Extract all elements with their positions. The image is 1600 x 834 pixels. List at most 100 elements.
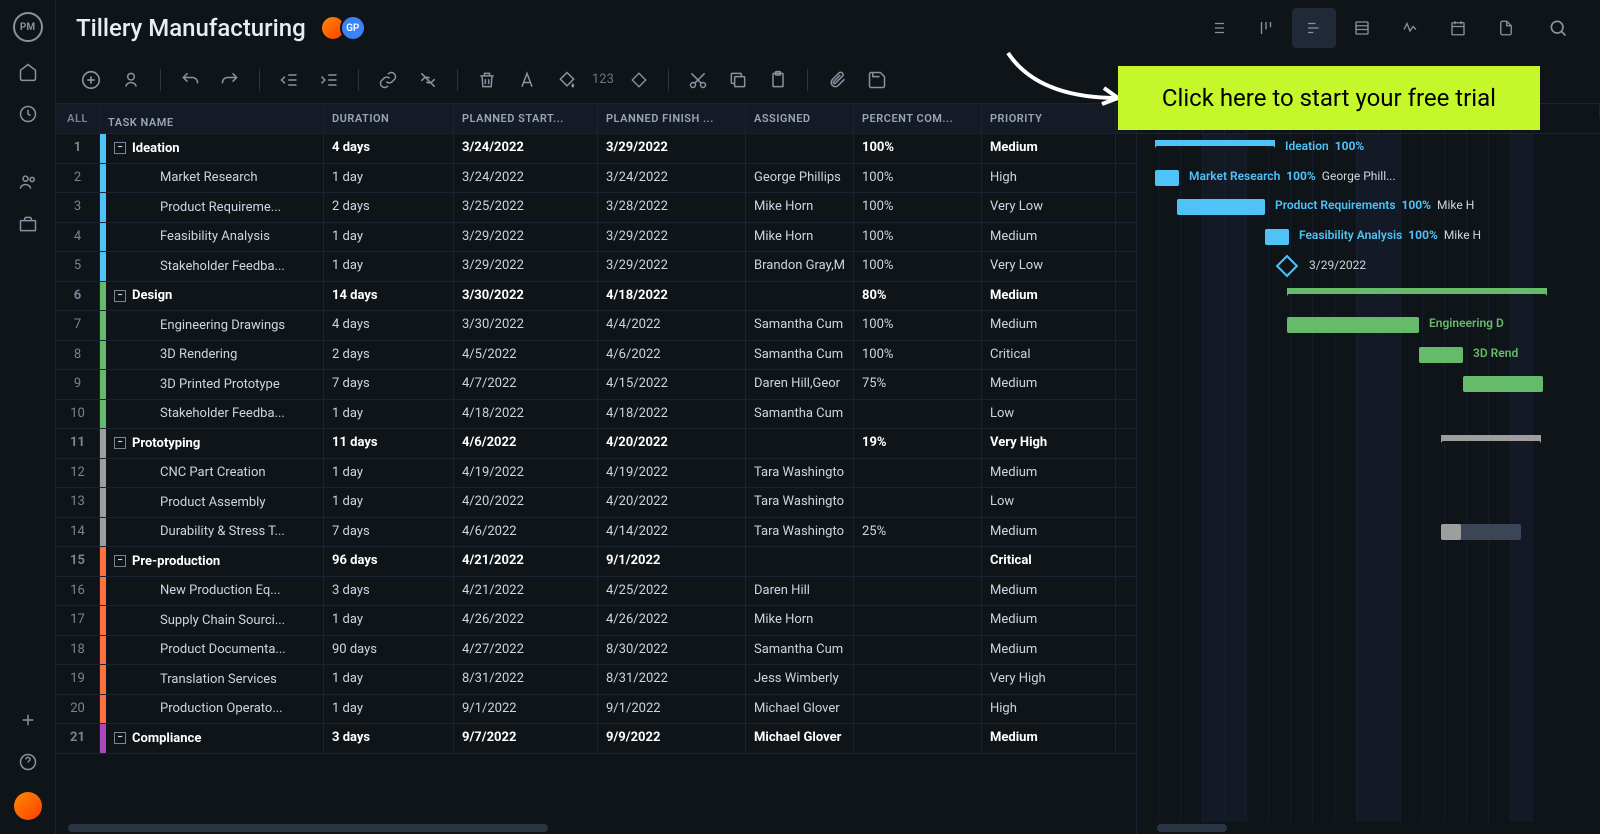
gantt-bar[interactable] [1441, 524, 1521, 540]
finish-cell[interactable]: 4/18/2022 [598, 400, 746, 429]
recent-icon[interactable] [16, 102, 40, 126]
duration-cell[interactable]: 1 day [324, 223, 454, 252]
finish-cell[interactable]: 9/1/2022 [598, 547, 746, 576]
finish-cell[interactable]: 3/29/2022 [598, 252, 746, 281]
gantt-bar[interactable]: Feasibility Analysis100%Mike H [1265, 229, 1289, 245]
task-row[interactable]: 8 3D Rendering 2 days 4/5/2022 4/6/2022 … [56, 341, 1136, 371]
col-assigned[interactable]: ASSIGNED [746, 104, 854, 133]
percent-cell[interactable]: 100% [854, 252, 982, 281]
percent-cell[interactable]: 25% [854, 518, 982, 547]
duration-cell[interactable]: 90 days [324, 636, 454, 665]
help-icon[interactable] [16, 750, 40, 774]
assigned-cell[interactable]: Daren Hill [746, 577, 854, 606]
view-list-icon[interactable] [1196, 8, 1240, 48]
task-row[interactable]: 9 3D Printed Prototype 7 days 4/7/2022 4… [56, 370, 1136, 400]
priority-cell[interactable]: Low [982, 400, 1116, 429]
add-task-icon[interactable] [76, 65, 106, 95]
task-name-cell[interactable]: Market Research [106, 164, 324, 193]
priority-cell[interactable]: Medium [982, 606, 1116, 635]
assigned-cell[interactable] [746, 547, 854, 576]
col-start[interactable]: PLANNED START... [454, 104, 598, 133]
assigned-cell[interactable]: Tara Washingto [746, 488, 854, 517]
priority-cell[interactable]: Medium [982, 134, 1116, 163]
task-row[interactable]: 12 CNC Part Creation 1 day 4/19/2022 4/1… [56, 459, 1136, 489]
finish-cell[interactable]: 4/19/2022 [598, 459, 746, 488]
assigned-cell[interactable]: Daren Hill,Geor [746, 370, 854, 399]
priority-cell[interactable]: Very High [982, 429, 1116, 458]
priority-cell[interactable]: Medium [982, 223, 1116, 252]
start-cell[interactable]: 4/21/2022 [454, 547, 598, 576]
duration-cell[interactable]: 2 days [324, 341, 454, 370]
assigned-cell[interactable]: Brandon Gray,M [746, 252, 854, 281]
priority-cell[interactable]: Very High [982, 665, 1116, 694]
start-cell[interactable]: 3/25/2022 [454, 193, 598, 222]
task-name-cell[interactable]: 3D Rendering [106, 341, 324, 370]
start-cell[interactable]: 4/5/2022 [454, 341, 598, 370]
task-row[interactable]: 11 − Prototyping 11 days 4/6/2022 4/20/2… [56, 429, 1136, 459]
task-name-cell[interactable]: Engineering Drawings [106, 311, 324, 340]
assigned-cell[interactable]: Mike Horn [746, 606, 854, 635]
briefcase-icon[interactable] [16, 212, 40, 236]
finish-cell[interactable]: 3/24/2022 [598, 164, 746, 193]
start-cell[interactable]: 4/27/2022 [454, 636, 598, 665]
task-row[interactable]: 7 Engineering Drawings 4 days 3/30/2022 … [56, 311, 1136, 341]
paste-icon[interactable] [763, 65, 793, 95]
priority-cell[interactable]: Very Low [982, 252, 1116, 281]
start-cell[interactable]: 9/1/2022 [454, 695, 598, 724]
task-name-cell[interactable]: Product Assembly [106, 488, 324, 517]
priority-cell[interactable]: Medium [982, 311, 1116, 340]
percent-cell[interactable] [854, 577, 982, 606]
priority-cell[interactable]: Medium [982, 459, 1116, 488]
task-name-cell[interactable]: − Ideation [106, 134, 324, 163]
task-name-cell[interactable]: CNC Part Creation [106, 459, 324, 488]
view-board-icon[interactable] [1244, 8, 1288, 48]
indent-icon[interactable] [314, 65, 344, 95]
task-row[interactable]: 16 New Production Eq... 3 days 4/21/2022… [56, 577, 1136, 607]
duration-cell[interactable]: 1 day [324, 665, 454, 694]
priority-cell[interactable]: Medium [982, 636, 1116, 665]
percent-cell[interactable]: 100% [854, 341, 982, 370]
task-name-cell[interactable]: Stakeholder Feedba... [106, 252, 324, 281]
collapse-icon[interactable]: − [114, 290, 126, 302]
collapse-icon[interactable]: − [114, 732, 126, 744]
percent-cell[interactable]: 75% [854, 370, 982, 399]
assigned-cell[interactable]: Samantha Cum [746, 636, 854, 665]
task-name-cell[interactable]: Supply Chain Sourci... [106, 606, 324, 635]
gantt-bar[interactable] [1287, 288, 1547, 294]
task-row[interactable]: 3 Product Requireme... 2 days 3/25/2022 … [56, 193, 1136, 223]
free-trial-banner[interactable]: Click here to start your free trial [1118, 66, 1540, 130]
assigned-cell[interactable]: Mike Horn [746, 193, 854, 222]
assigned-cell[interactable]: Samantha Cum [746, 400, 854, 429]
percent-cell[interactable]: 80% [854, 282, 982, 311]
priority-cell[interactable]: Low [982, 488, 1116, 517]
copy-icon[interactable] [723, 65, 753, 95]
task-row[interactable]: 15 − Pre-production 96 days 4/21/2022 9/… [56, 547, 1136, 577]
task-name-cell[interactable]: Durability & Stress T... [106, 518, 324, 547]
priority-cell[interactable]: High [982, 164, 1116, 193]
priority-cell[interactable]: Critical [982, 547, 1116, 576]
finish-cell[interactable]: 9/9/2022 [598, 724, 746, 753]
col-percent[interactable]: PERCENT COM... [854, 104, 982, 133]
col-task[interactable]: TASK NAME [100, 104, 324, 133]
task-row[interactable]: 18 Product Documenta... 90 days 4/27/202… [56, 636, 1136, 666]
start-cell[interactable]: 8/31/2022 [454, 665, 598, 694]
duration-cell[interactable]: 96 days [324, 547, 454, 576]
redo-icon[interactable] [215, 65, 245, 95]
attach-icon[interactable] [822, 65, 852, 95]
task-row[interactable]: 17 Supply Chain Sourci... 1 day 4/26/202… [56, 606, 1136, 636]
task-row[interactable]: 2 Market Research 1 day 3/24/2022 3/24/2… [56, 164, 1136, 194]
percent-cell[interactable] [854, 459, 982, 488]
task-row[interactable]: 6 − Design 14 days 3/30/2022 4/18/2022 8… [56, 282, 1136, 312]
gantt-h-scrollbar[interactable] [1157, 824, 1227, 832]
percent-cell[interactable] [854, 400, 982, 429]
priority-cell[interactable]: Medium [982, 724, 1116, 753]
cut-icon[interactable] [683, 65, 713, 95]
task-name-cell[interactable]: Product Requireme... [106, 193, 324, 222]
percent-cell[interactable]: 100% [854, 134, 982, 163]
finish-cell[interactable]: 8/30/2022 [598, 636, 746, 665]
assigned-cell[interactable]: Tara Washingto [746, 518, 854, 547]
assigned-cell[interactable]: Mike Horn [746, 223, 854, 252]
task-name-cell[interactable]: Stakeholder Feedba... [106, 400, 324, 429]
task-name-cell[interactable]: − Pre-production [106, 547, 324, 576]
duration-cell[interactable]: 1 day [324, 400, 454, 429]
